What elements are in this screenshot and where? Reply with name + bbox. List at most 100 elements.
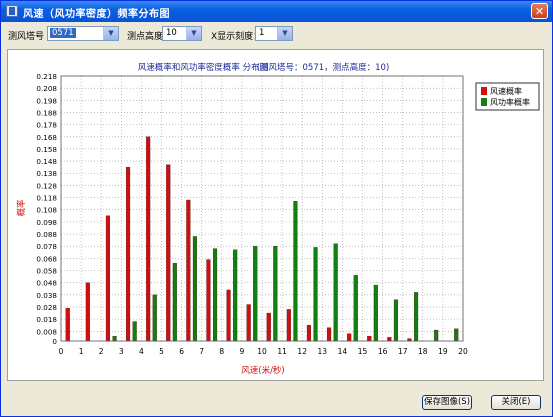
x-tick-label: 6 <box>179 347 184 356</box>
chart-title: 风速概率和风功率密度概率 分布图 <box>138 62 268 73</box>
bar-wind-speed <box>126 167 131 342</box>
bar-wind-power <box>393 299 398 342</box>
y-tick-label: 0.138 <box>36 169 57 178</box>
xscale-select-value: 1 <box>259 28 265 38</box>
window-close-button[interactable]: ✕ <box>531 3 548 19</box>
bar-wind-power <box>413 292 419 342</box>
tower-label: 测风塔号 <box>8 32 45 42</box>
chevron-down-icon[interactable]: ▼ <box>277 27 292 40</box>
bar-wind-power <box>373 284 378 342</box>
bar-wind-speed <box>206 259 211 342</box>
bar-wind-power <box>112 335 117 342</box>
height-select[interactable]: 10 ▼ <box>162 26 202 41</box>
bar-wind-power <box>273 246 278 342</box>
frequency-chart: 风速概率和风功率密度概率 分布图 (测风塔号：0571，测点高度：10) 概率 … <box>16 62 540 376</box>
y-tick-label: 0.108 <box>36 206 57 215</box>
x-tick-label: 8 <box>219 347 224 356</box>
y-tick-label: 0.078 <box>36 242 57 251</box>
y-tick-label: 0.058 <box>36 266 57 275</box>
bar-wind-speed <box>105 215 111 342</box>
grid <box>61 75 464 341</box>
x-tick-label: 20 <box>458 347 468 356</box>
x-tick-label: 11 <box>277 347 287 356</box>
chart-subtitle: (测风塔号：0571，测点高度：10) <box>257 62 390 73</box>
y-tick-label: 0.198 <box>36 96 57 105</box>
y-tick-label: 0.148 <box>36 157 57 166</box>
x-tick-label: 5 <box>159 347 164 356</box>
y-tick-label: 0.168 <box>36 133 57 142</box>
x-tick-label: 2 <box>99 347 104 356</box>
bar-wind-speed <box>286 309 291 342</box>
bar-wind-power <box>192 236 198 342</box>
app-icon <box>6 5 18 17</box>
bar-wind-power <box>233 249 238 342</box>
y-tick-label: 0.048 <box>36 279 57 288</box>
bar-wind-speed <box>246 304 251 342</box>
x-tick-label: 10 <box>257 347 267 356</box>
x-axis-label: 风速(米/秒) <box>241 365 285 376</box>
bar-wind-power <box>434 329 439 342</box>
bar-wind-speed <box>387 337 392 342</box>
bar-wind-power <box>253 246 258 342</box>
x-tick-label: 3 <box>119 347 124 356</box>
x-tick-label: 7 <box>199 347 204 356</box>
y-tick-label: 0.018 <box>36 315 57 324</box>
bar-wind-speed <box>347 333 352 342</box>
save-image-button[interactable]: 保存图像(S) <box>422 395 472 410</box>
y-tick-label: 0.008 <box>36 327 57 336</box>
bar-wind-speed <box>166 164 171 342</box>
bar-wind-power <box>353 275 358 342</box>
y-tick-label: 0.178 <box>36 121 57 130</box>
y-tick-label: 0.098 <box>36 218 57 227</box>
bar-wind-speed <box>186 199 191 342</box>
bar-wind-power <box>212 248 218 342</box>
tower-select-value: 0571 <box>50 28 76 38</box>
bar-wind-power <box>313 247 318 342</box>
height-select-value: 10 <box>166 28 177 38</box>
bar-wind-speed <box>65 308 70 342</box>
y-tick-label: 0.038 <box>36 291 57 300</box>
x-tick-label: 12 <box>297 347 307 356</box>
x-tick-label: 19 <box>438 347 448 356</box>
close-button[interactable]: 关闭(E) <box>491 395 541 410</box>
app-window: 风速（风功率密度）频率分布图 ✕ 测风塔号 0571 ▼ 测点高度 10 ▼ X… <box>0 0 553 417</box>
chevron-down-icon[interactable]: ▼ <box>103 27 118 40</box>
bar-wind-power <box>293 201 298 342</box>
x-tick-label: 16 <box>378 347 388 356</box>
y-tick-label: 0.068 <box>36 254 57 263</box>
xscale-select[interactable]: 1 ▼ <box>255 26 293 41</box>
bar-wind-speed <box>306 325 311 342</box>
y-tick-label: 0.188 <box>36 108 57 117</box>
x-tick-label: 14 <box>338 347 348 356</box>
y-tick-label: 0.088 <box>36 230 57 239</box>
y-tick-label: 0.218 <box>36 72 57 81</box>
x-tick-label: 1 <box>79 347 84 356</box>
y-tick-label: 0.028 <box>36 303 57 312</box>
y-tick-label: 0.118 <box>36 194 57 203</box>
y-tick-label: 0.158 <box>36 145 57 154</box>
bar-wind-power <box>152 294 157 342</box>
toolbar: 测风塔号 0571 ▼ 测点高度 10 ▼ X显示刻度： 1 ▼ <box>1 22 552 46</box>
x-tick-label: 0 <box>59 347 64 356</box>
y-tick-label: 0.128 <box>36 181 57 190</box>
x-tick-label: 4 <box>139 347 144 356</box>
x-tick-label: 17 <box>398 347 408 356</box>
bar-wind-speed <box>326 327 332 342</box>
bar-wind-speed <box>266 312 271 342</box>
bar-wind-power <box>132 321 137 342</box>
bar-wind-power <box>454 328 459 342</box>
tower-select[interactable]: 0571 ▼ <box>47 26 119 41</box>
bar-wind-speed <box>226 289 231 342</box>
bar-wind-speed <box>85 282 90 342</box>
legend-label-power: 风功率概率 <box>490 97 530 107</box>
x-tick-label: 15 <box>358 347 368 356</box>
legend: 风速概率 风功率概率 <box>475 82 540 111</box>
title-bar: 风速（风功率密度）频率分布图 ✕ <box>1 1 552 22</box>
window-title: 风速（风功率密度）频率分布图 <box>23 9 170 20</box>
y-tick-label: 0.208 <box>36 84 57 93</box>
chevron-down-icon[interactable]: ▼ <box>186 27 201 40</box>
bar-wind-power <box>333 243 338 342</box>
bar-wind-power <box>172 263 177 342</box>
bar-wind-speed <box>367 335 372 342</box>
legend-label-speed: 风速概率 <box>490 86 522 96</box>
